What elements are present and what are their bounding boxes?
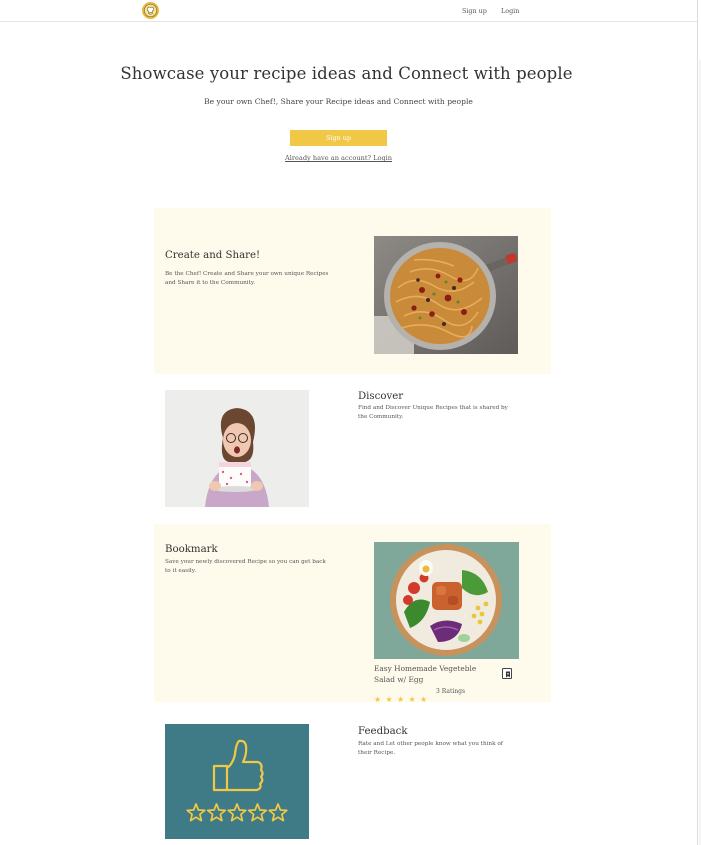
hero-login-link[interactable]: Already have an account? Login [0, 154, 677, 162]
page-scroll-edge [697, 0, 698, 845]
feature-desc-discover: Find and Discover Unique Recipes that is… [358, 405, 508, 421]
feature-title-bookmark: Bookmark [165, 544, 218, 555]
pasta-pan-photo [374, 236, 518, 354]
hero-title: Showcase your recipe ideas and Connect w… [120, 64, 573, 83]
hero-signup-button[interactable]: Sign up [290, 130, 387, 146]
woman-with-cake-photo [165, 390, 309, 507]
salad-bowl-photo[interactable] [374, 542, 519, 659]
feature-desc-bookmark: Save your newly discovered Recipe so you… [165, 559, 326, 575]
hero-subtitle: Be your own Chef!, Share your Recipe ide… [204, 97, 473, 106]
feature-desc-feedback: Rate and Let other people know what you … [358, 741, 503, 757]
chef-logo-icon[interactable] [142, 2, 159, 19]
star-icon: ★ [397, 695, 405, 704]
rating-stars: ★ ★ ★ ★ ★ [374, 687, 432, 704]
star-icon: ★ [408, 695, 416, 704]
ratings-count: 3 Ratings [436, 688, 466, 695]
feature-title-feedback: Feedback [358, 726, 408, 737]
nav-signup-link[interactable]: Sign up [462, 7, 487, 15]
nav-login-link[interactable]: Login [501, 7, 519, 15]
star-icon: ★ [385, 695, 393, 704]
bookmark-icon[interactable] [502, 668, 512, 679]
feature-desc-create: Be the Chef! Create and Share your own u… [165, 271, 329, 287]
feature-title-create: Create and Share! [165, 250, 261, 261]
star-icon: ★ [374, 695, 382, 704]
feature-title-discover: Discover [358, 391, 404, 402]
recipe-card-title[interactable]: Easy Homemade Vegeteble Salad w/ Egg [374, 664, 498, 685]
top-navbar: Sign up Login [0, 0, 697, 22]
thumbs-up-stars-illustration [165, 724, 309, 839]
star-icon: ★ [420, 695, 428, 704]
